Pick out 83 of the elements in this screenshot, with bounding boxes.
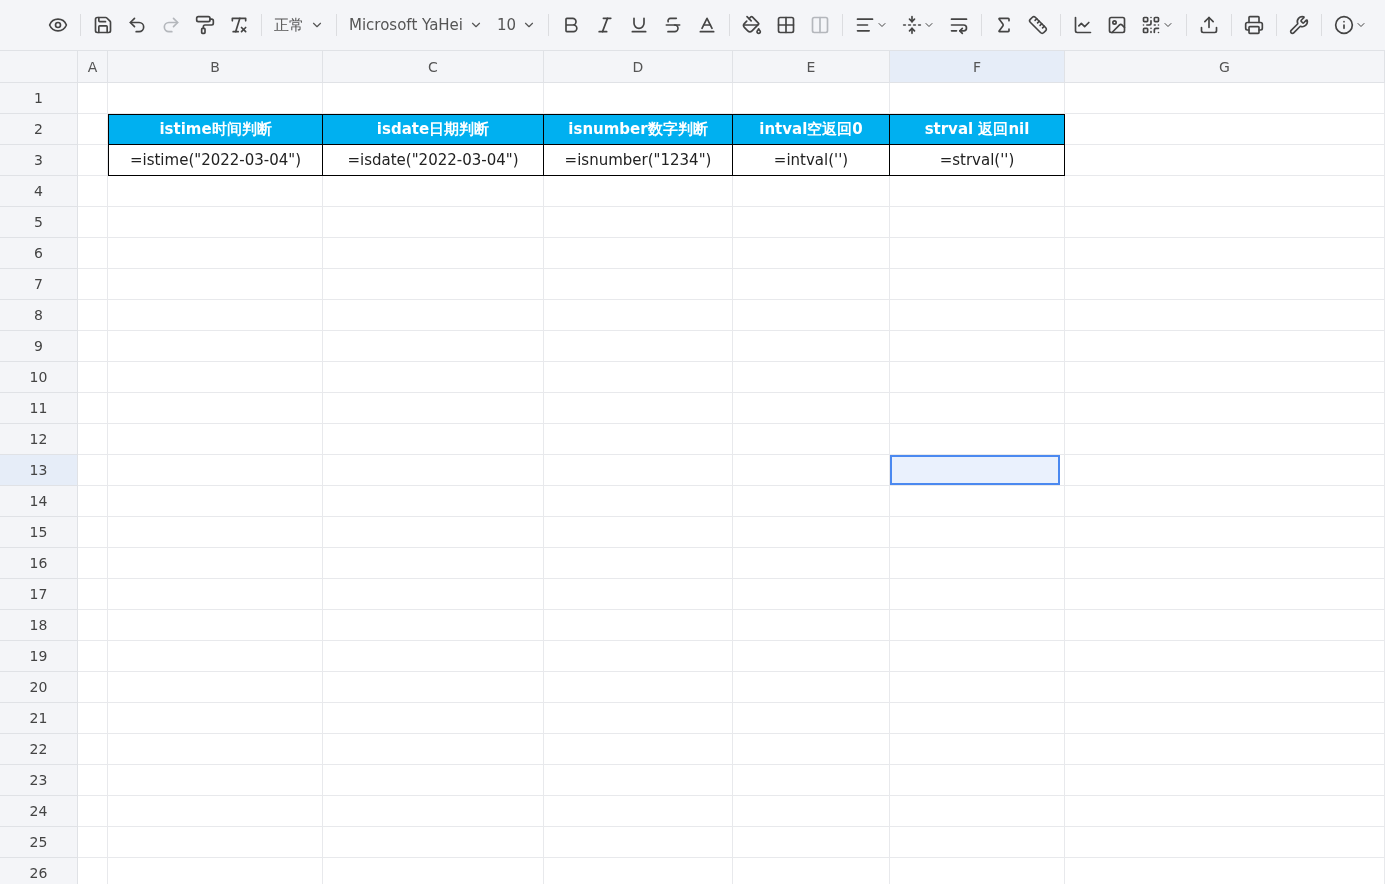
table-cell: isdate日期判断: [323, 114, 544, 145]
row-header[interactable]: 3: [0, 145, 78, 176]
dropdown[interactable]: 10: [493, 10, 541, 40]
info-icon: [1334, 15, 1355, 35]
empty-cell[interactable]: [108, 176, 323, 207]
row-header[interactable]: 26: [0, 858, 78, 884]
row-header[interactable]: 15: [0, 517, 78, 548]
empty-cell[interactable]: [78, 331, 108, 362]
column-header[interactable]: G: [1065, 51, 1385, 83]
table-cell: =istime("2022-03-04"): [108, 145, 323, 176]
empty-cell[interactable]: [78, 796, 108, 827]
row-header[interactable]: 17: [0, 579, 78, 610]
empty-cell[interactable]: [78, 827, 108, 858]
empty-cell[interactable]: [890, 486, 1065, 517]
table-cell: isnumber数字判断: [544, 114, 733, 145]
row-header[interactable]: 12: [0, 424, 78, 455]
empty-cell[interactable]: [78, 734, 108, 765]
column-header[interactable]: F: [890, 51, 1065, 83]
row-header[interactable]: 1: [0, 83, 78, 114]
vertical-align-icon: [902, 15, 923, 35]
dropdown[interactable]: Microsoft YaHei: [345, 10, 487, 40]
row-header[interactable]: 20: [0, 672, 78, 703]
empty-cell[interactable]: [78, 238, 108, 269]
empty-cell[interactable]: [733, 424, 890, 455]
row-header[interactable]: 11: [0, 393, 78, 424]
row-header[interactable]: 23: [0, 765, 78, 796]
empty-cell[interactable]: [1065, 176, 1385, 207]
empty-cell[interactable]: [78, 765, 108, 796]
empty-cell[interactable]: [78, 455, 108, 486]
empty-cell[interactable]: [78, 424, 108, 455]
row-header[interactable]: 19: [0, 641, 78, 672]
empty-cell[interactable]: [890, 176, 1065, 207]
empty-cell[interactable]: [78, 269, 108, 300]
align-left-icon: [855, 15, 876, 35]
empty-cell[interactable]: [78, 548, 108, 579]
empty-cell[interactable]: [78, 486, 108, 517]
empty-cell[interactable]: [544, 176, 733, 207]
row-header[interactable]: 13: [0, 455, 78, 486]
empty-cell[interactable]: [78, 393, 108, 424]
row-header[interactable]: 14: [0, 486, 78, 517]
row-header[interactable]: 21: [0, 703, 78, 734]
row-header[interactable]: 6: [0, 238, 78, 269]
qr-code-icon: [1141, 15, 1162, 35]
column-header[interactable]: E: [733, 51, 890, 83]
empty-cell[interactable]: [323, 176, 544, 207]
row-header[interactable]: 24: [0, 796, 78, 827]
row-header[interactable]: 25: [0, 827, 78, 858]
empty-cell[interactable]: [78, 517, 108, 548]
row-header[interactable]: 2: [0, 114, 78, 145]
row-header[interactable]: 7: [0, 269, 78, 300]
empty-cell[interactable]: [78, 703, 108, 734]
column-header[interactable]: D: [544, 51, 733, 83]
column-header[interactable]: B: [108, 51, 323, 83]
row-header[interactable]: 5: [0, 207, 78, 238]
empty-cell[interactable]: [78, 207, 108, 238]
empty-cell[interactable]: [78, 672, 108, 703]
empty-cell[interactable]: [78, 610, 108, 641]
empty-cell[interactable]: [78, 641, 108, 672]
table-cell: =isnumber("1234"): [544, 145, 733, 176]
empty-cell[interactable]: [1065, 83, 1385, 114]
selected-cell[interactable]: [890, 455, 1060, 485]
table-cell: istime时间判断: [108, 114, 323, 145]
empty-cell[interactable]: [733, 486, 890, 517]
table-cell: intval空返回0: [733, 114, 890, 145]
row-header[interactable]: 16: [0, 548, 78, 579]
table-cell: =isdate("2022-03-04"): [323, 145, 544, 176]
table-cell: =intval(''): [733, 145, 890, 176]
row-header[interactable]: 9: [0, 331, 78, 362]
table-cell: strval 返回nil: [890, 114, 1065, 145]
column-header[interactable]: C: [323, 51, 544, 83]
empty-cell[interactable]: [78, 362, 108, 393]
row-header[interactable]: 4: [0, 176, 78, 207]
row-header[interactable]: 18: [0, 610, 78, 641]
row-header[interactable]: 8: [0, 300, 78, 331]
row-header[interactable]: 10: [0, 362, 78, 393]
empty-cell[interactable]: [78, 300, 108, 331]
empty-cell[interactable]: [733, 176, 890, 207]
row-header[interactable]: 22: [0, 734, 78, 765]
dropdown[interactable]: 正常: [270, 10, 328, 40]
table-cell: =strval(''): [890, 145, 1065, 176]
empty-cell[interactable]: [78, 579, 108, 610]
column-header[interactable]: A: [78, 51, 108, 83]
empty-cell[interactable]: [78, 176, 108, 207]
